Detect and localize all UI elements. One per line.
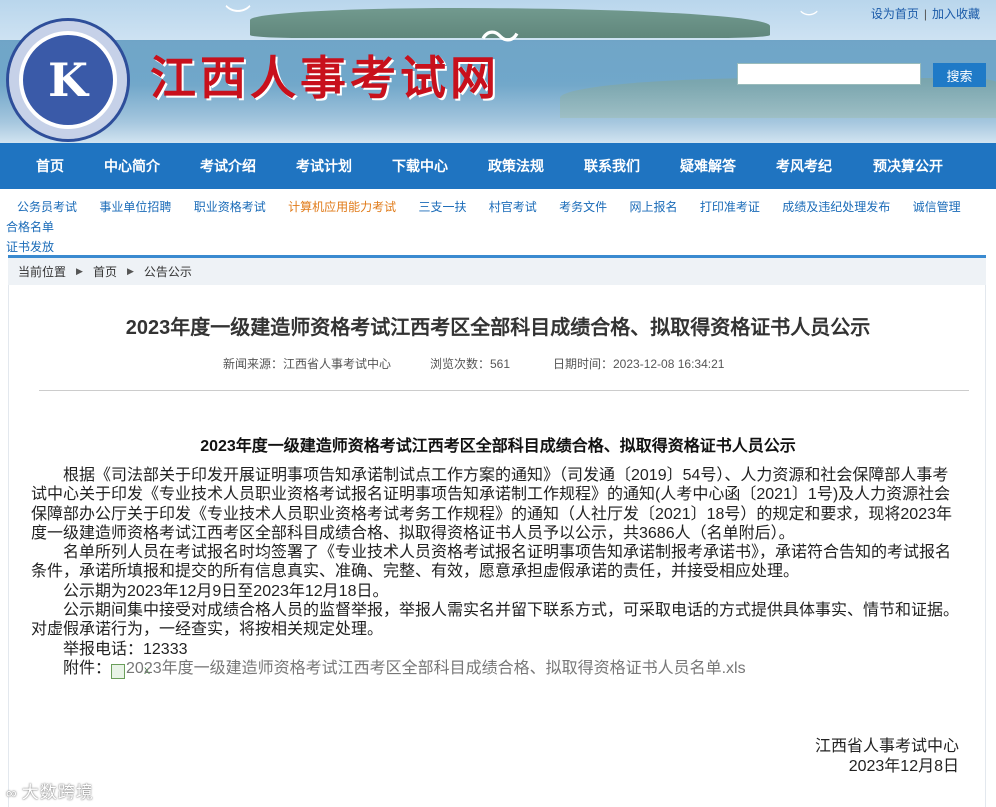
article-title: 2023年度一级建造师资格考试江西考区全部科目成绩合格、拟取得资格证书人员公示 bbox=[125, 317, 871, 339]
attachment-label: 附件： bbox=[63, 659, 112, 677]
subnav-print-ticket[interactable]: 打印准考证 bbox=[700, 200, 760, 214]
article-paragraph: 名单所列人员在考试报名时均签署了《专业技术人员资格考试报名证明事项告知承诺制报考… bbox=[31, 544, 952, 581]
nav-contact[interactable]: 联系我们 bbox=[548, 156, 676, 176]
breadcrumb-arrow-icon: ▶ bbox=[76, 266, 83, 276]
attachment-link[interactable]: 2023年度一级建造师资格考试江西考区全部科目成绩合格、拟取得资格证书人员名单.… bbox=[126, 660, 746, 677]
watermark-text: 大数跨境 bbox=[21, 783, 94, 802]
article-body: 根据《司法部关于印发开展证明事项告知承诺制试点工作方案的通知》（司发通〔2019… bbox=[31, 466, 963, 679]
article-paragraph: 公示期为2023年12月9日至2023年12月18日。 bbox=[63, 582, 389, 600]
subnav-integrity[interactable]: 诚信管理 bbox=[913, 200, 961, 214]
attachment-row: 附件： X2023年度一级建造师资格考试江西考区全部科目成绩合格、拟取得资格证书人… bbox=[31, 659, 963, 679]
search-input[interactable] bbox=[737, 63, 921, 85]
sign-organization: 江西省人事考试中心 bbox=[814, 738, 959, 755]
excel-file-icon: X bbox=[111, 663, 150, 679]
sign-date: 2023年12月8日 bbox=[848, 758, 959, 775]
watermark: ∞ 大数跨境 bbox=[6, 778, 94, 803]
article-paragraph: 根据《司法部关于印发开展证明事项告知承诺制试点工作方案的通知》（司发通〔2019… bbox=[31, 467, 952, 542]
article-date: 日期时间：2023-12-08 16:34:21 bbox=[553, 357, 725, 371]
bird-icon: ︶ bbox=[225, 3, 252, 33]
breadcrumb-home[interactable]: 首页 bbox=[93, 263, 117, 280]
divider bbox=[39, 390, 969, 391]
header-banner: ︶ 〜 ︶ K 江西人事考试网 设为首页 | 加入收藏 搜索 bbox=[0, 0, 996, 143]
set-home-link[interactable]: 设为首页 bbox=[871, 7, 919, 21]
subnav-public-institution[interactable]: 事业单位招聘 bbox=[99, 200, 171, 214]
watermark-logo-icon: ∞ bbox=[6, 785, 18, 802]
article-source: 新闻来源：江西省人事考试中心 bbox=[223, 357, 392, 371]
article-paragraph: 公示期间集中接受对成绩合格人员的监督举报，举报人需实名并留下联系方式，可采取电话… bbox=[31, 602, 960, 639]
site-title: 江西人事考试网 bbox=[150, 51, 500, 105]
site-logo[interactable]: K bbox=[6, 18, 130, 142]
bird-icon: ︶ bbox=[800, 10, 818, 30]
article-signature: 江西省人事考试中心 2023年12月8日 bbox=[815, 737, 959, 777]
subnav-certificate[interactable]: 证书发放 bbox=[6, 240, 54, 254]
nav-policy[interactable]: 政策法规 bbox=[484, 156, 548, 176]
search-button[interactable]: 搜索 bbox=[933, 63, 986, 87]
nav-faq[interactable]: 疑难解答 bbox=[676, 156, 740, 176]
subnav-village-official[interactable]: 村官考试 bbox=[489, 200, 537, 214]
article-paragraph: 举报电话：12333 bbox=[63, 640, 188, 658]
breadcrumb-current[interactable]: 公告公示 bbox=[144, 263, 192, 280]
nav-home[interactable]: 首页 bbox=[0, 156, 100, 176]
breadcrumb-label: 当前位置 bbox=[18, 265, 67, 279]
main-nav: 首页 中心简介 考试介绍 考试计划 下载中心 政策法规 联系我们 疑难解答 考风… bbox=[0, 143, 996, 189]
sub-nav: 公务员考试 事业单位招聘 职业资格考试 计算机应用能力考试 三支一扶 村官考试 … bbox=[0, 189, 996, 254]
breadcrumb-arrow-icon: ▶ bbox=[126, 266, 134, 276]
subnav-scores[interactable]: 成绩及违纪处理发布 bbox=[782, 200, 890, 214]
subnav-exam-documents[interactable]: 考务文件 bbox=[559, 200, 607, 214]
breadcrumb: 当前位置 ▶ 首页 ▶ 公告公示 bbox=[8, 255, 986, 285]
subnav-qualification[interactable]: 职业资格考试 bbox=[194, 200, 266, 214]
nav-exam-intro[interactable]: 考试介绍 bbox=[164, 156, 292, 176]
subnav-sanzhiyifu[interactable]: 三支一扶 bbox=[418, 200, 466, 214]
logo-ring bbox=[9, 21, 127, 139]
article-subtitle: 2023年度一级建造师资格考试江西考区全部科目成绩合格、拟取得资格证书人员公示 bbox=[200, 438, 796, 455]
subnav-civil-servant[interactable]: 公务员考试 bbox=[17, 200, 77, 214]
article-container: 2023年度一级建造师资格考试江西考区全部科目成绩合格、拟取得资格证书人员公示 … bbox=[8, 285, 986, 807]
nav-exam-plan[interactable]: 考试计划 bbox=[292, 156, 356, 176]
article-views: 浏览次数：561 bbox=[430, 357, 511, 371]
subnav-online-registration[interactable]: 网上报名 bbox=[630, 200, 678, 214]
nav-download[interactable]: 下载中心 bbox=[356, 156, 484, 176]
subnav-qualified-list[interactable]: 合格名单 bbox=[6, 220, 54, 234]
nav-about[interactable]: 中心简介 bbox=[100, 156, 164, 176]
top-links: 设为首页 | 加入收藏 bbox=[871, 5, 980, 22]
nav-budget[interactable]: 预决算公开 bbox=[868, 156, 948, 176]
nav-discipline[interactable]: 考风考纪 bbox=[740, 156, 868, 176]
add-favorite-link[interactable]: 加入收藏 bbox=[932, 7, 980, 21]
subnav-computer-exam[interactable]: 计算机应用能力考试 bbox=[288, 200, 396, 214]
link-separator: | bbox=[923, 7, 927, 21]
